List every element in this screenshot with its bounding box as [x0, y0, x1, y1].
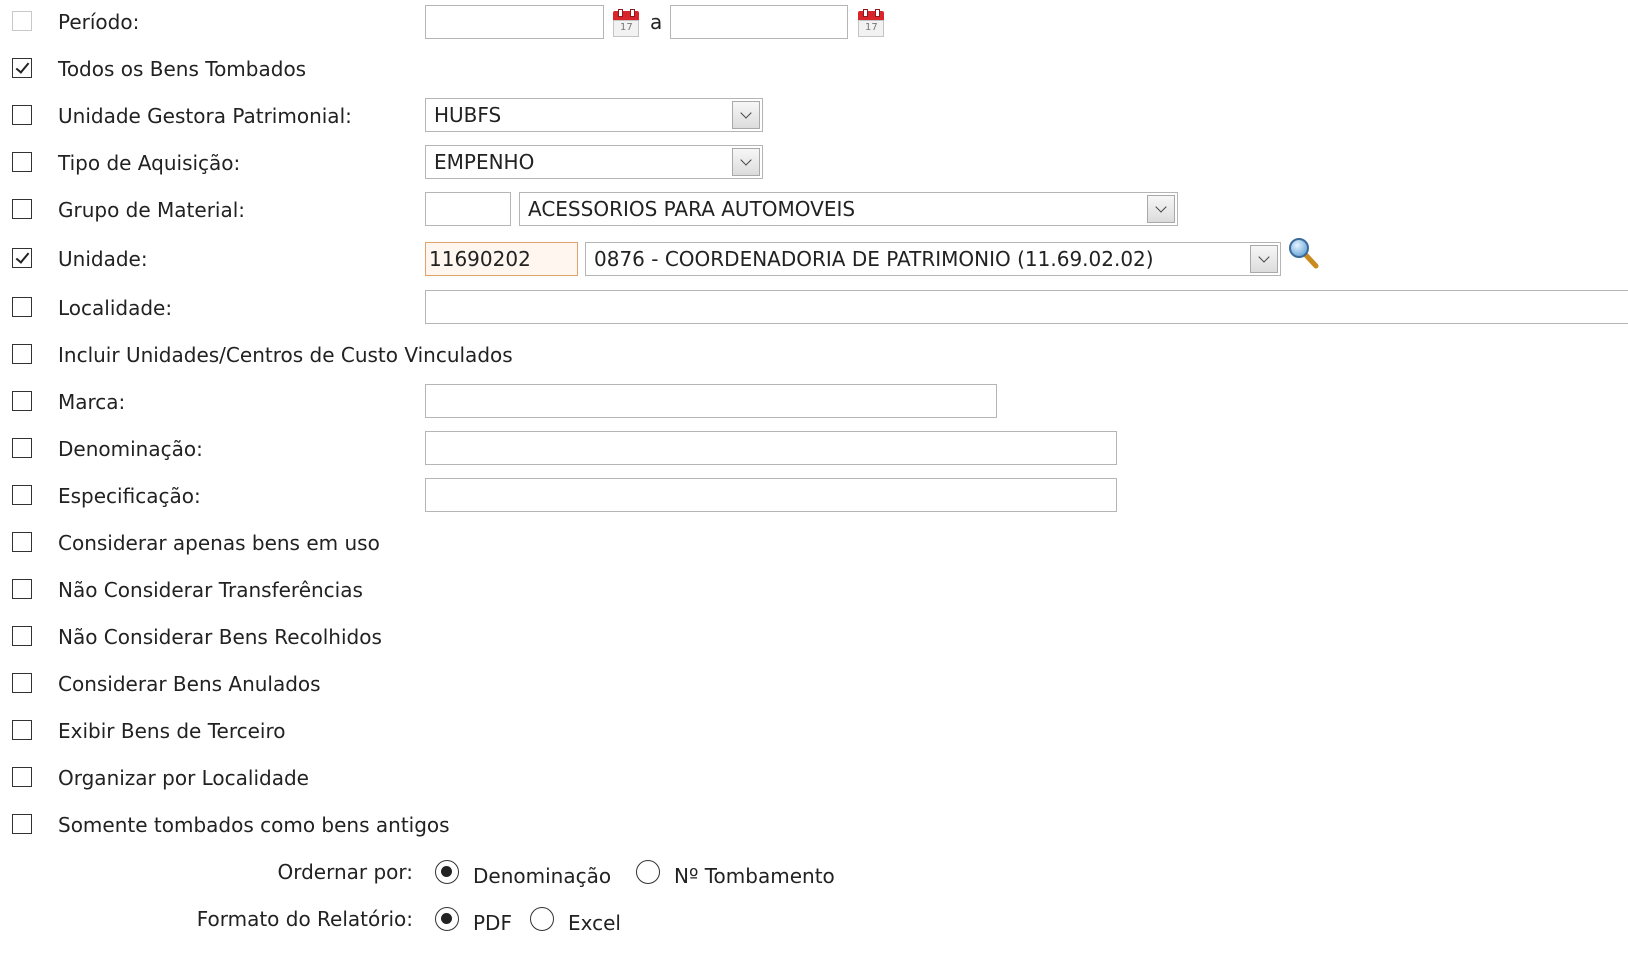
incluir-unidades-label: Incluir Unidades/Centros de Custo Vincul… — [58, 343, 513, 367]
nao-considerar-recolhidos-checkbox[interactable] — [12, 626, 32, 646]
calendar-icon[interactable]: 17 — [613, 9, 639, 37]
formato-pdf-label[interactable]: PDF — [473, 911, 512, 935]
ordenar-tombamento-label[interactable]: Nº Tombamento — [674, 864, 835, 888]
ordenar-tombamento-radio[interactable] — [636, 860, 660, 884]
unidade-gestora-value: HUBFS — [434, 103, 502, 127]
formato-excel-label[interactable]: Excel — [568, 911, 621, 935]
denominacao-input[interactable] — [425, 431, 1117, 465]
marca-checkbox[interactable] — [12, 391, 32, 411]
periodo-separator: a — [650, 10, 663, 34]
organizar-localidade-checkbox[interactable] — [12, 767, 32, 787]
todos-bens-checkbox[interactable] — [12, 58, 32, 78]
especificacao-label: Especificação: — [58, 484, 201, 508]
somente-antigos-checkbox[interactable] — [12, 814, 32, 834]
formato-label: Formato do Relatório: — [196, 907, 413, 931]
organizar-localidade-label: Organizar por Localidade — [58, 766, 309, 790]
chevron-down-icon[interactable] — [732, 101, 760, 129]
grupo-material-value: ACESSORIOS PARA AUTOMOVEIS — [528, 197, 856, 221]
considerar-anulados-checkbox[interactable] — [12, 673, 32, 693]
considerar-anulados-label: Considerar Bens Anulados — [58, 672, 321, 696]
calendar-icon[interactable]: 17 — [858, 9, 884, 37]
especificacao-input[interactable] — [425, 478, 1117, 512]
unidade-select[interactable]: 0876 - COORDENADORIA DE PATRIMONIO (11.6… — [585, 242, 1281, 276]
todos-bens-label: Todos os Bens Tombados — [58, 57, 307, 81]
unidade-gestora-label: Unidade Gestora Patrimonial: — [58, 104, 352, 128]
localidade-input[interactable] — [425, 290, 1628, 324]
marca-label: Marca: — [58, 390, 126, 414]
grupo-material-code-input[interactable] — [425, 192, 511, 226]
localidade-label: Localidade: — [58, 296, 173, 320]
exibir-terceiro-checkbox[interactable] — [12, 720, 32, 740]
nao-considerar-recolhidos-label: Não Considerar Bens Recolhidos — [58, 625, 382, 649]
formato-excel-radio[interactable] — [530, 907, 554, 931]
periodo-checkbox[interactable] — [12, 11, 32, 31]
unidade-value: 0876 - COORDENADORIA DE PATRIMONIO (11.6… — [594, 247, 1154, 271]
unidade-checkbox[interactable] — [12, 248, 32, 268]
localidade-checkbox[interactable] — [12, 297, 32, 317]
tipo-aquisicao-value: EMPENHO — [434, 150, 535, 174]
especificacao-checkbox[interactable] — [12, 485, 32, 505]
nao-considerar-transferencias-label: Não Considerar Transferências — [58, 578, 363, 602]
chevron-down-icon[interactable] — [732, 148, 760, 176]
nao-considerar-transferencias-checkbox[interactable] — [12, 579, 32, 599]
magnifier-icon[interactable] — [1287, 236, 1321, 270]
chevron-down-icon[interactable] — [1250, 245, 1278, 273]
chevron-down-icon[interactable] — [1147, 195, 1175, 223]
ordenar-denominacao-radio[interactable] — [435, 860, 459, 884]
grupo-material-label: Grupo de Material: — [58, 198, 246, 222]
formato-pdf-radio[interactable] — [435, 907, 459, 931]
unidade-label: Unidade: — [58, 247, 148, 271]
tipo-aquisicao-select[interactable]: EMPENHO — [425, 145, 763, 179]
unidade-gestora-select[interactable]: HUBFS — [425, 98, 763, 132]
unidade-gestora-checkbox[interactable] — [12, 105, 32, 125]
tipo-aquisicao-label: Tipo de Aquisição: — [58, 151, 241, 175]
somente-antigos-label: Somente tombados como bens antigos — [58, 813, 450, 837]
denominacao-label: Denominação: — [58, 437, 203, 461]
ordenar-label: Ordernar por: — [277, 860, 413, 884]
grupo-material-select[interactable]: ACESSORIOS PARA AUTOMOVEIS — [519, 192, 1178, 226]
periodo-start-input[interactable] — [425, 5, 604, 39]
exibir-terceiro-label: Exibir Bens de Terceiro — [58, 719, 286, 743]
ordenar-denominacao-label[interactable]: Denominação — [473, 864, 611, 888]
marca-input[interactable] — [425, 384, 997, 418]
denominacao-checkbox[interactable] — [12, 438, 32, 458]
tipo-aquisicao-checkbox[interactable] — [12, 152, 32, 172]
periodo-label: Período: — [58, 10, 140, 34]
considerar-em-uso-checkbox[interactable] — [12, 532, 32, 552]
incluir-unidades-checkbox[interactable] — [12, 344, 32, 364]
considerar-em-uso-label: Considerar apenas bens em uso — [58, 531, 380, 555]
unidade-code-input[interactable]: 11690202 — [425, 242, 578, 276]
periodo-end-input[interactable] — [670, 5, 848, 39]
grupo-material-checkbox[interactable] — [12, 199, 32, 219]
